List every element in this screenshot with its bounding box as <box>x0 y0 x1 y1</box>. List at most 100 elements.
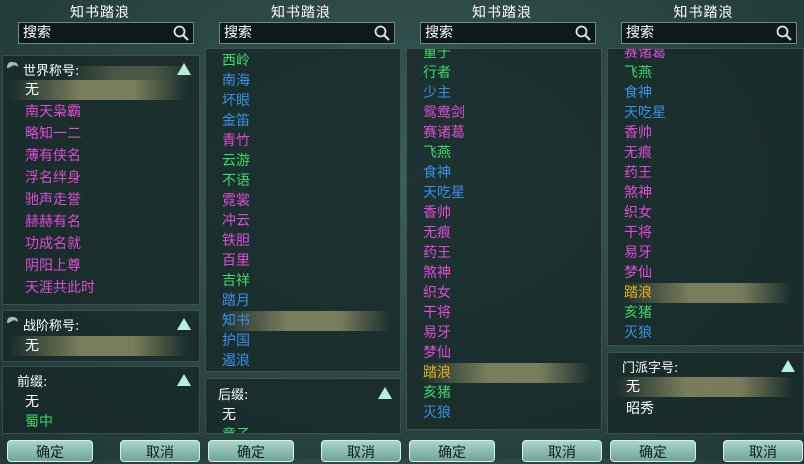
column-title-settings: 知书踏浪 世界称号: 无 南天枭霸 略知一二 薄有侠名 浮名绊身 驰声走誉 赫赫… <box>0 0 200 462</box>
suffix-item[interactable]: 无 <box>222 404 236 426</box>
suffix-label: 后缀: <box>218 388 249 403</box>
magnifier-icon[interactable] <box>373 24 391 42</box>
search-input[interactable] <box>626 23 772 43</box>
magnifier-icon[interactable] <box>172 24 190 42</box>
world-title-item[interactable]: 天涯共此时 <box>25 277 95 299</box>
list-item[interactable]: 吉祥 <box>222 271 250 291</box>
world-title-item[interactable]: 功成名就 <box>25 233 81 255</box>
list-item[interactable]: 梦仙 <box>624 263 652 283</box>
list-item[interactable]: 无痕 <box>624 143 652 163</box>
list-item[interactable]: 遏浪 <box>222 351 250 371</box>
prefix-header[interactable]: 前缀: <box>3 371 199 391</box>
list-item[interactable]: 不语 <box>222 171 250 191</box>
triangle-up-icon[interactable] <box>177 374 191 386</box>
rank-title-item[interactable]: 无 <box>25 335 39 357</box>
world-title-item[interactable]: 阴阳上尊 <box>25 255 81 277</box>
list-item[interactable]: 铁胆 <box>222 231 250 251</box>
world-title-item[interactable]: 南天枭霸 <box>25 101 81 123</box>
prefix-item[interactable]: 蜀中 <box>25 411 53 433</box>
list-item[interactable]: 织女 <box>423 283 451 303</box>
rank-title-label: 战阶称号: <box>23 319 80 334</box>
sect-name-panel: 门派字号: 无 昭秀 <box>607 352 804 434</box>
list-item[interactable]: 青竹 <box>222 131 250 151</box>
search-input[interactable] <box>425 23 571 43</box>
world-title-item[interactable]: 薄有侠名 <box>25 145 81 167</box>
list-item[interactable]: 西岭 <box>222 51 250 71</box>
magnifier-icon[interactable] <box>775 24 793 42</box>
list-item[interactable]: 香帅 <box>624 123 652 143</box>
list-item[interactable]: 霓裳 <box>222 191 250 211</box>
list-item[interactable]: 护国 <box>222 331 250 351</box>
world-title-item[interactable]: 无 <box>25 79 39 101</box>
triangle-up-icon[interactable] <box>378 387 392 399</box>
list-item[interactable]: 赛诸葛 <box>624 49 666 63</box>
triangle-up-icon[interactable] <box>177 318 191 330</box>
list-item[interactable]: 重于 <box>423 49 451 63</box>
list-item[interactable]: 天吃星 <box>624 103 666 123</box>
list-item[interactable]: 梦仙 <box>423 343 451 363</box>
search-box[interactable] <box>621 22 797 44</box>
sect-name-item[interactable]: 昭秀 <box>626 398 654 420</box>
list-item[interactable]: 易牙 <box>624 243 652 263</box>
list-item[interactable]: 赛诸葛 <box>423 123 465 143</box>
magnifier-icon[interactable] <box>574 24 592 42</box>
world-title-item[interactable]: 赫赫有名 <box>25 211 81 233</box>
list-item[interactable]: 冲云 <box>222 211 250 231</box>
list-item[interactable]: 食神 <box>624 83 652 103</box>
list-item[interactable]: 行者 <box>423 63 451 83</box>
sect-list-panel: 赛诸葛 飞燕 食神 天吃星 香帅 无痕 药王 煞神 织女 干将 易牙 梦仙 踏浪… <box>607 48 804 346</box>
search-input[interactable] <box>224 23 370 43</box>
list-item[interactable]: 织女 <box>624 203 652 223</box>
prefix-list-panel: 西岭 南海 坏眼 金笛 青竹 云游 不语 霓裳 冲云 铁胆 百里 吉祥 踏月 知… <box>205 48 401 372</box>
prefix-item[interactable]: 无 <box>25 391 39 413</box>
list-item[interactable]: 天吃星 <box>423 183 465 203</box>
suffix-header[interactable]: 后缀: <box>206 384 400 404</box>
search-input[interactable] <box>23 23 169 43</box>
list-item[interactable]: 煞神 <box>423 263 451 283</box>
suffix-item[interactable]: 童子 <box>222 424 250 433</box>
header-highlight <box>63 66 193 80</box>
list-item[interactable]: 百里 <box>222 251 250 271</box>
list-item[interactable]: 飞燕 <box>624 63 652 83</box>
list-item[interactable]: 干将 <box>423 303 451 323</box>
list-item[interactable]: 飞燕 <box>423 143 451 163</box>
list-item[interactable]: 云游 <box>222 151 250 171</box>
search-box[interactable] <box>420 22 596 44</box>
list-item[interactable]: 食神 <box>423 163 451 183</box>
list-item[interactable]: 灭狼 <box>624 323 652 343</box>
list-item[interactable]: 坏眼 <box>222 91 250 111</box>
list-item[interactable]: 香帅 <box>423 203 451 223</box>
column-title: 知书踏浪 <box>673 5 734 21</box>
list-item[interactable]: 煞神 <box>624 183 652 203</box>
selection-highlight <box>614 377 794 397</box>
list-item[interactable]: 干将 <box>624 223 652 243</box>
rank-title-header[interactable]: 战阶称号: <box>3 315 199 335</box>
column-sect-list: 知书踏浪 赛诸葛 飞燕 食神 天吃星 香帅 无痕 药王 煞神 织女 干将 易牙 … <box>603 0 804 462</box>
sect-name-header[interactable]: 门派字号: <box>608 357 803 377</box>
list-item[interactable]: 鸳鸯剑 <box>423 103 465 123</box>
world-title-item[interactable]: 浮名绊身 <box>25 167 81 189</box>
list-item[interactable]: 药王 <box>423 243 451 263</box>
triangle-up-icon[interactable] <box>781 360 795 372</box>
list-item[interactable]: 金笛 <box>222 111 250 131</box>
list-item[interactable]: 踏浪 <box>624 283 652 303</box>
column-prefix-list: 知书踏浪 西岭 南海 坏眼 金笛 青竹 云游 不语 霓裳 冲云 铁胆 百里 吉祥… <box>201 0 401 462</box>
list-item[interactable]: 踏月 <box>222 291 250 311</box>
list-item[interactable]: 药王 <box>624 163 652 183</box>
sect-name-item[interactable]: 无 <box>626 376 640 398</box>
list-item[interactable]: 易牙 <box>423 323 451 343</box>
list-item[interactable]: 南海 <box>222 71 250 91</box>
search-box[interactable] <box>219 22 395 44</box>
list-item[interactable]: 灭狼 <box>423 403 451 423</box>
list-item[interactable]: 亥猪 <box>423 383 451 403</box>
column-suffix-list: 知书踏浪 重于 行者 少主 鸳鸯剑 赛诸葛 飞燕 食神 天吃星 香帅 无痕 药王… <box>402 0 602 462</box>
list-item[interactable]: 少主 <box>423 83 451 103</box>
list-item[interactable]: 亥猪 <box>624 303 652 323</box>
list-item[interactable]: 无痕 <box>423 223 451 243</box>
search-box[interactable] <box>18 22 194 44</box>
world-title-item[interactable]: 驰声走誉 <box>25 189 81 211</box>
list-item[interactable]: 踏浪 <box>423 363 451 383</box>
list-item[interactable]: 知书 <box>222 311 250 331</box>
prefix-panel: 前缀: 无 蜀中 <box>2 366 200 434</box>
world-title-item[interactable]: 略知一二 <box>25 123 81 145</box>
